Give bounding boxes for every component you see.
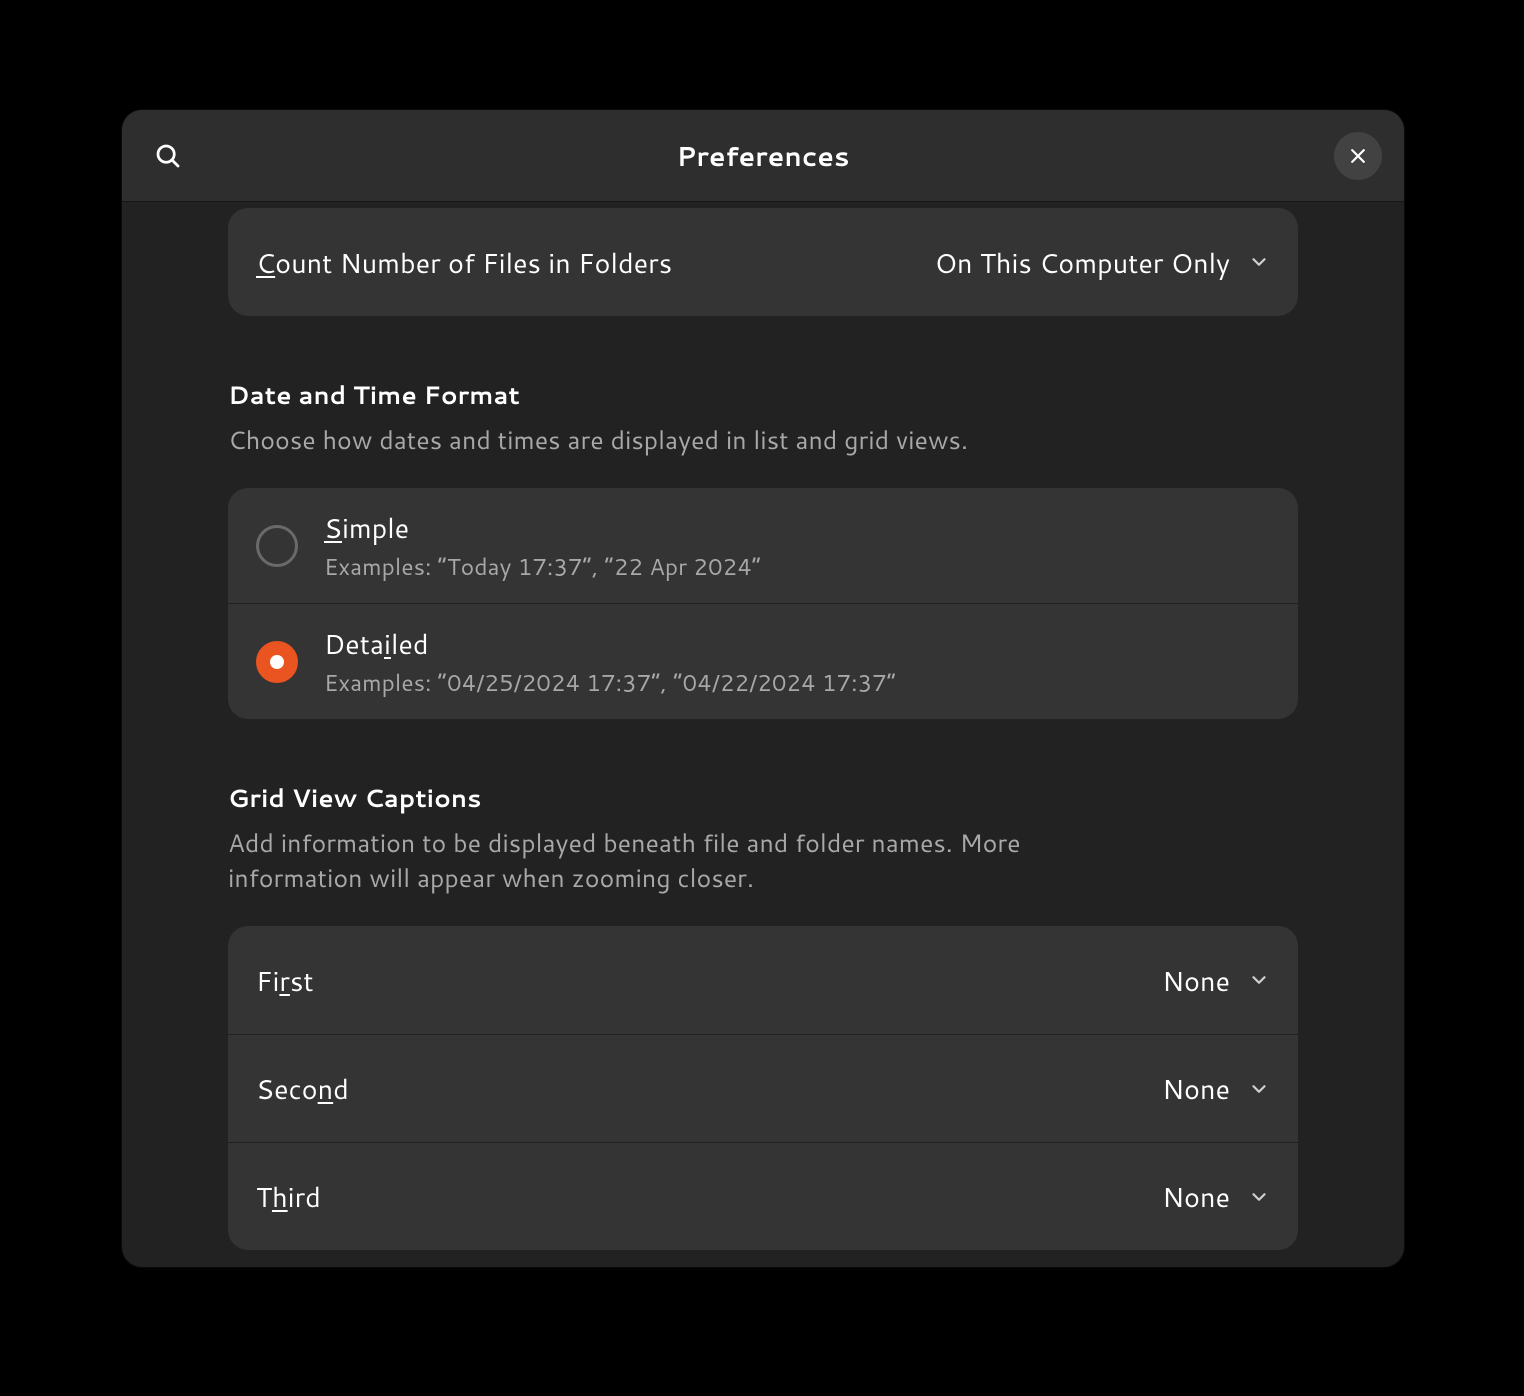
search-button[interactable] <box>142 130 194 182</box>
date-format-detailed-row[interactable]: Detailed Examples: “04/25/2024 17:37”, “… <box>228 603 1298 719</box>
caption-third-value: None <box>1162 1177 1230 1216</box>
date-format-simple-row[interactable]: Simple Examples: “Today 17:37”, “22 Apr … <box>228 488 1298 603</box>
radio-detailed-sub: Examples: “04/25/2024 17:37”, “04/22/202… <box>324 667 896 699</box>
close-button[interactable] <box>1334 132 1382 180</box>
caption-first-label: First <box>256 961 314 1000</box>
radio-detailed[interactable] <box>256 641 298 683</box>
titlebar: Preferences <box>122 110 1404 202</box>
window-title: Preferences <box>677 136 850 175</box>
caption-third-label: Third <box>256 1177 321 1216</box>
close-icon <box>1348 146 1368 166</box>
radio-simple-sub: Examples: “Today 17:37”, “22 Apr 2024” <box>324 551 761 583</box>
chevron-down-icon <box>1248 969 1270 991</box>
date-time-subheading: Choose how dates and times are displayed… <box>228 423 1298 458</box>
preferences-window: Preferences Count Number of Files in Fol… <box>122 110 1404 1267</box>
chevron-down-icon <box>1248 1186 1270 1208</box>
content-area: Count Number of Files in Folders On This… <box>122 202 1404 1267</box>
caption-second-label: Second <box>256 1069 349 1108</box>
caption-third-row[interactable]: Third None <box>228 1142 1298 1250</box>
search-icon <box>153 141 183 171</box>
grid-captions-heading: Grid View Captions <box>228 781 1298 816</box>
grid-captions-subheading: Add information to be displayed beneath … <box>228 826 1148 896</box>
caption-first-value: None <box>1162 961 1230 1000</box>
radio-detailed-label: Detailed <box>324 624 896 663</box>
caption-second-value: None <box>1162 1069 1230 1108</box>
count-files-value: On This Computer Only <box>935 243 1230 282</box>
radio-simple[interactable] <box>256 525 298 567</box>
count-files-row[interactable]: Count Number of Files in Folders On This… <box>228 208 1298 316</box>
caption-first-row[interactable]: First None <box>228 926 1298 1034</box>
chevron-down-icon <box>1248 251 1270 273</box>
date-time-heading: Date and Time Format <box>228 378 1298 413</box>
caption-second-row[interactable]: Second None <box>228 1034 1298 1142</box>
count-files-label: Count Number of Files in Folders <box>256 243 672 282</box>
radio-simple-label: Simple <box>324 508 761 547</box>
chevron-down-icon <box>1248 1078 1270 1100</box>
